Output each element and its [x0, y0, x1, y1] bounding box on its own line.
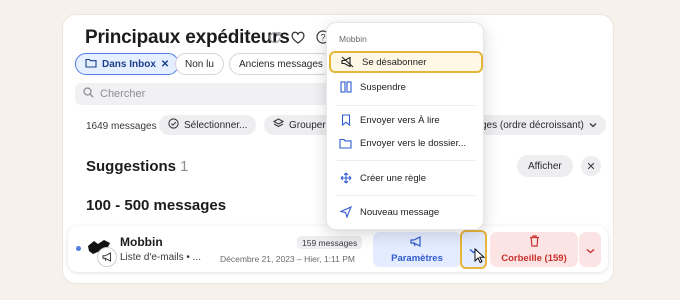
- trash-label: Corbeille (159): [501, 253, 567, 264]
- menu-item-move-to-folder[interactable]: Envoyer vers le dossier...: [329, 132, 483, 154]
- menu-item-label: Créer une règle: [360, 172, 427, 184]
- date-range: Décembre 21, 2023 – Hier, 1:11 PM: [220, 254, 355, 264]
- group-label: Grouper: [289, 119, 326, 131]
- unsubscribe-megaphone-icon: [341, 56, 354, 69]
- filter-chip-old-messages[interactable]: Anciens messages: [229, 53, 333, 75]
- select-label: Sélectionner...: [184, 119, 248, 131]
- range-heading: 100 - 500 messages: [86, 197, 227, 214]
- sender-name: Mobbin: [120, 235, 163, 249]
- search-placeholder: Chercher: [100, 88, 146, 100]
- menu-item-label: Envoyer vers À lire: [360, 114, 440, 126]
- send-icon: [339, 206, 352, 219]
- menu-item-read-later[interactable]: Envoyer vers À lire: [329, 109, 483, 131]
- settings-button[interactable]: Paramètres: [373, 232, 461, 267]
- menu-item-label: Envoyer vers le dossier...: [360, 137, 467, 149]
- dismiss-suggestions-button[interactable]: ✕: [581, 156, 601, 176]
- sender-actions-menu: Mobbin Se désabonner Suspendre Envoyer v…: [326, 22, 484, 230]
- menu-header: Mobbin: [339, 34, 367, 44]
- trash-menu-toggle[interactable]: [579, 232, 601, 267]
- menu-item-pause[interactable]: Suspendre: [329, 76, 483, 98]
- show-suggestions-button[interactable]: Afficher: [517, 155, 573, 177]
- menu-divider: [337, 105, 475, 106]
- menu-item-new-message[interactable]: Nouveau message: [329, 201, 483, 223]
- heart-icon[interactable]: [290, 29, 306, 45]
- filter-chip-unread[interactable]: Non lu: [175, 53, 224, 75]
- suggestions-count: 1: [180, 158, 189, 175]
- bookmark-icon: [339, 114, 352, 127]
- folder-icon: [339, 137, 352, 150]
- check-circle-icon: [168, 118, 179, 132]
- megaphone-icon: [97, 247, 117, 267]
- sort-button[interactable]: ges (ordre décroissant): [469, 115, 606, 135]
- filter-chip-inbox[interactable]: Dans Inbox ✕: [75, 53, 180, 75]
- megaphone-icon: [410, 235, 424, 250]
- menu-item-label: Suspendre: [360, 81, 406, 93]
- rule-arrows-icon: [339, 172, 352, 185]
- menu-item-label: Se désabonner: [362, 56, 427, 68]
- menu-divider: [337, 160, 475, 161]
- trash-button[interactable]: Corbeille (159): [490, 232, 578, 267]
- svg-text:?: ?: [320, 33, 325, 43]
- suggestions-heading: Suggestions 1: [86, 158, 188, 175]
- search-icon: [83, 87, 94, 101]
- filter-chip-label: Dans Inbox: [102, 58, 156, 70]
- page-title: Principaux expéditeurs: [85, 27, 290, 48]
- sort-label: ges (ordre décroissant): [481, 119, 584, 131]
- unread-dot: [76, 246, 81, 251]
- menu-item-unsubscribe[interactable]: Se désabonner: [329, 51, 483, 73]
- group-button[interactable]: Grouper: [264, 115, 335, 135]
- message-count-badge: 159 messages: [297, 236, 363, 249]
- pause-icon: [339, 81, 352, 94]
- filter-chip-label: Anciens messages: [239, 58, 323, 70]
- menu-item-label: Nouveau message: [360, 206, 440, 218]
- close-icon[interactable]: ✕: [161, 59, 169, 70]
- settings-label: Paramètres: [391, 252, 443, 264]
- menu-divider: [337, 195, 475, 196]
- refresh-icon[interactable]: [267, 29, 283, 45]
- select-button[interactable]: Sélectionner...: [159, 115, 257, 135]
- sender-subtitle: Liste d'e-mails • ...: [120, 252, 201, 263]
- suggestions-title: Suggestions: [86, 158, 177, 175]
- mouse-cursor-icon: [474, 247, 486, 264]
- menu-item-create-rule[interactable]: Créer une règle: [329, 167, 483, 189]
- chevron-down-icon: [589, 120, 597, 131]
- trash-icon: [529, 235, 540, 250]
- folder-icon: [85, 58, 97, 71]
- chevron-down-icon: [586, 241, 595, 259]
- filter-chip-label: Non lu: [185, 58, 214, 70]
- layers-icon: [272, 118, 285, 132]
- message-count: 1649 messages: [86, 121, 157, 132]
- sender-row[interactable]: Mobbin Liste d'e-mails • ... 159 message…: [68, 226, 608, 272]
